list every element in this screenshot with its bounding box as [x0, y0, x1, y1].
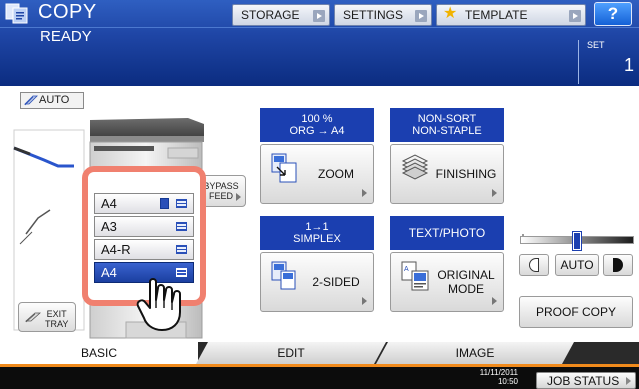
tab-bar: BASIC EDIT IMAGE	[0, 342, 639, 364]
copy-icon	[5, 2, 29, 24]
zoom-icon	[271, 153, 297, 183]
paper-stack-icon	[24, 95, 38, 106]
finishing-label: FINISHING	[435, 167, 497, 181]
duplex-type: SIMPLEX	[293, 233, 341, 245]
tray-1-button[interactable]: A4	[94, 193, 194, 214]
auto-paper-badge: AUTO	[20, 92, 84, 109]
zoom-setting-display: 100 % ORG → A4	[260, 108, 374, 142]
footer-date: 11/11/2011	[479, 368, 518, 377]
paper-tray-icon	[176, 245, 187, 254]
original-mode-label: ORIGINAL MODE	[435, 268, 497, 296]
tray-3-button[interactable]: A4-R	[94, 239, 194, 260]
original-mode-button[interactable]: A ORIGINAL MODE	[390, 252, 504, 312]
chevron-right-icon	[362, 297, 367, 305]
exit-label-1: EXIT	[46, 309, 67, 319]
tray-2-button[interactable]: A3	[94, 216, 194, 237]
exit-label-2: TRAY	[45, 319, 69, 329]
top-bar: COPY READY STORAGE SETTINGS ★ TEMPLATE ?…	[0, 0, 639, 86]
original-mode-icon: A	[401, 261, 429, 291]
finishing-icon	[401, 154, 429, 180]
set-value: 1	[623, 55, 634, 75]
density-lighter-button[interactable]	[519, 254, 549, 276]
density-darker-button[interactable]	[603, 254, 633, 276]
density-auto-button[interactable]: AUTO	[555, 254, 599, 276]
tab-image[interactable]: IMAGE	[376, 342, 574, 364]
two-sided-icon	[271, 261, 296, 290]
tray-3-size: A4-R	[101, 242, 131, 257]
duplex-setting-display: 1→1 SIMPLEX	[260, 216, 374, 250]
copy-set-counter: SET 1	[578, 40, 634, 84]
pointing-hand-icon	[136, 278, 181, 331]
chevron-right-icon	[626, 377, 631, 385]
zoom-label: ZOOM	[318, 167, 354, 181]
tab-basic[interactable]: BASIC	[0, 342, 198, 364]
original-mode-display: TEXT/PHOTO	[390, 216, 504, 250]
zoom-percent: 100 %	[301, 113, 333, 125]
half-moon-dark-icon	[613, 258, 623, 272]
two-sided-label: 2-SIDED	[312, 275, 360, 289]
chevron-right-icon	[313, 10, 325, 22]
footer-time: 10:50	[497, 377, 518, 386]
paper-tray-icon	[176, 222, 187, 231]
two-sided-button[interactable]: 2-SIDED	[260, 252, 374, 312]
chevron-right-icon	[236, 193, 241, 201]
finishing-staple: NON-STAPLE	[412, 125, 482, 137]
chevron-right-icon	[492, 297, 497, 305]
density-slider-handle[interactable]	[573, 232, 581, 250]
machine-status: READY	[40, 28, 92, 45]
chevron-right-icon	[362, 189, 367, 197]
finishing-sort: NON-SORT	[417, 113, 477, 125]
zoom-button[interactable]: ZOOM	[260, 144, 374, 204]
paper-tray-icon	[176, 268, 187, 277]
exit-tray-icon	[25, 312, 41, 323]
paper-type-icon	[160, 198, 169, 209]
set-label: SET	[587, 40, 605, 50]
tray-4-size: A4	[101, 265, 117, 280]
proof-copy-button[interactable]: PROOF COPY	[519, 296, 633, 328]
help-button[interactable]: ?	[594, 2, 632, 26]
app-title: COPY	[38, 1, 97, 23]
tray-2-size: A3	[101, 219, 117, 234]
finishing-setting-display: NON-SORT NON-STAPLE	[390, 108, 504, 142]
tab-edit[interactable]: EDIT	[196, 342, 386, 364]
chevron-right-icon	[569, 10, 581, 22]
svg-text:A: A	[404, 266, 409, 273]
chevron-right-icon	[415, 10, 427, 22]
storage-button[interactable]: STORAGE	[232, 4, 330, 26]
job-status-label: JOB STATUS	[547, 374, 620, 388]
half-moon-light-icon	[529, 258, 539, 272]
original-mode-label-1: ORIGINAL	[437, 268, 495, 282]
tray-1-size: A4	[101, 196, 117, 211]
template-button-label: TEMPLATE	[465, 8, 528, 22]
footer-clock: 11/11/2011 10:50	[468, 368, 518, 386]
zoom-ratio: ORG → A4	[289, 125, 345, 137]
auto-paper-label: AUTO	[39, 94, 70, 106]
duplex-mode: 1→1	[305, 221, 329, 233]
chevron-right-icon	[492, 189, 497, 197]
settings-button-label: SETTINGS	[343, 8, 404, 22]
top-bar-divider	[0, 27, 639, 28]
star-icon: ★	[443, 5, 458, 22]
finishing-button[interactable]: FINISHING	[390, 144, 504, 204]
original-mode-label-2: MODE	[448, 282, 484, 296]
settings-button[interactable]: SETTINGS	[334, 4, 432, 26]
storage-button-label: STORAGE	[241, 8, 300, 22]
paper-tray-icon	[176, 199, 187, 208]
template-button[interactable]: ★ TEMPLATE	[436, 4, 586, 26]
exit-tray-button[interactable]: EXIT TRAY	[18, 302, 76, 332]
job-status-button[interactable]: JOB STATUS	[536, 372, 636, 389]
